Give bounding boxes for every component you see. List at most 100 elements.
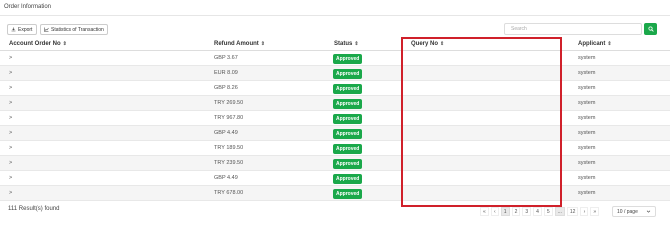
page-button-12[interactable]: 12 (566, 207, 579, 216)
sort-icon[interactable]: ⇕ (607, 41, 611, 47)
first-page-button[interactable]: « (480, 207, 489, 216)
status-badge: Approved (333, 113, 363, 124)
status-cell: Approved (333, 143, 363, 154)
chart-line-icon (44, 27, 49, 32)
table-row[interactable]: > TRY 967.80 Approved system (0, 111, 670, 126)
table-row[interactable]: > GBP 4.49 Approved system (0, 126, 670, 141)
applicant: system (578, 55, 596, 61)
expand-row-icon[interactable]: > (9, 175, 12, 181)
table-row[interactable]: > GBP 3.67 Approved system (0, 51, 670, 66)
applicant: system (578, 130, 596, 136)
header-applicant[interactable]: Applicant ⇕ (578, 41, 612, 47)
status-cell: Approved (333, 128, 363, 139)
header-account-order-no[interactable]: Account Order No ⇕ (9, 41, 67, 47)
query-no-highlight-box (401, 37, 562, 207)
status-badge: Approved (333, 98, 363, 109)
applicant: system (578, 145, 596, 151)
pagination-ellipsis[interactable]: ... (554, 207, 565, 216)
applicant: system (578, 160, 596, 166)
page-button-5[interactable]: 5 (543, 207, 553, 216)
status-badge: Approved (333, 68, 363, 79)
status-badge: Approved (333, 173, 363, 184)
expand-row-icon[interactable]: > (9, 55, 12, 61)
pagination: «‹ 1 2 3 4 5... 12 ›» (480, 207, 600, 217)
header-refund-amount[interactable]: Refund Amount ⇕ (214, 41, 265, 47)
next-page-button[interactable]: › (580, 207, 589, 216)
section-title: Order Information (4, 4, 52, 10)
header-label: Applicant (578, 41, 606, 47)
header-label: Refund Amount (214, 41, 259, 47)
header-status[interactable]: Status ⇕ (334, 41, 359, 47)
status-badge: Approved (333, 143, 363, 154)
status-cell: Approved (333, 158, 363, 169)
applicant: system (578, 85, 596, 91)
applicant: system (578, 70, 596, 76)
search-icon (647, 26, 654, 32)
status-badge: Approved (333, 53, 363, 64)
table-row[interactable]: > TRY 678.00 Approved system (0, 186, 670, 201)
refund-amount: GBP 4.49 (214, 130, 238, 136)
table-header: Account Order No ⇕ Refund Amount ⇕ Status ⇕… (0, 39, 670, 51)
refund-amount: TRY 189.50 (214, 145, 244, 151)
table-row[interactable]: > GBP 4.49 Approved system (0, 171, 670, 186)
status-badge: Approved (333, 158, 363, 169)
results-count: 111 Result(s) found (8, 206, 60, 212)
page-button-1[interactable]: 1 (500, 207, 510, 216)
status-cell: Approved (333, 98, 363, 109)
status-badge: Approved (333, 188, 363, 199)
applicant: system (578, 100, 596, 106)
sort-icon[interactable]: ⇕ (261, 41, 265, 47)
status-cell: Approved (333, 83, 363, 94)
refund-amount: TRY 967.80 (214, 115, 244, 121)
download-icon (11, 27, 16, 32)
applicant: system (578, 115, 596, 121)
page-size-select[interactable]: 10 / page (612, 206, 656, 217)
table-row[interactable]: > GBP 8.26 Approved system (0, 81, 670, 96)
export-button[interactable]: Export (7, 24, 37, 35)
expand-row-icon[interactable]: > (9, 160, 12, 166)
statistics-label: Statistics of Transaction (51, 26, 104, 33)
refund-amount: GBP 8.26 (214, 85, 238, 91)
title-divider (0, 15, 670, 16)
table-row[interactable]: > TRY 269.50 Approved system (0, 96, 670, 111)
page-button-2[interactable]: 2 (511, 207, 521, 216)
prev-page-button[interactable]: ‹ (490, 207, 499, 216)
page-button-4[interactable]: 4 (533, 207, 542, 216)
refund-amount: GBP 3.67 (214, 55, 238, 61)
last-page-button[interactable]: » (590, 207, 600, 216)
table-row[interactable]: > TRY 189.50 Approved system (0, 141, 670, 156)
applicant: system (578, 175, 596, 181)
status-cell: Approved (333, 188, 363, 199)
header-label: Status (334, 41, 353, 47)
expand-row-icon[interactable]: > (9, 190, 12, 196)
status-badge: Approved (333, 128, 363, 139)
refund-amount: TRY 678.00 (214, 190, 244, 196)
expand-row-icon[interactable]: > (9, 100, 12, 106)
search-input[interactable] (504, 23, 642, 35)
refund-amount: TRY 239.50 (214, 160, 244, 166)
expand-row-icon[interactable]: > (9, 85, 12, 91)
sort-icon[interactable]: ⇕ (354, 41, 358, 47)
table-row[interactable]: > EUR 8.09 Approved system (0, 66, 670, 81)
refund-amount: GBP 4.49 (214, 175, 238, 181)
export-label: Export (18, 26, 33, 33)
expand-row-icon[interactable]: > (9, 145, 12, 151)
applicant: system (578, 190, 596, 196)
refund-amount: EUR 8.09 (214, 70, 238, 76)
expand-row-icon[interactable]: > (9, 70, 12, 76)
refund-amount: TRY 269.50 (214, 100, 244, 106)
status-badge: Approved (333, 83, 363, 94)
statistics-button[interactable]: Statistics of Transaction (40, 24, 108, 35)
expand-row-icon[interactable]: > (9, 115, 12, 121)
status-cell: Approved (333, 68, 363, 79)
sort-icon[interactable]: ⇕ (63, 41, 67, 47)
header-label: Account Order No (9, 41, 61, 47)
expand-row-icon[interactable]: > (9, 130, 12, 136)
status-cell: Approved (333, 53, 363, 64)
page-size-value: 10 / page (617, 208, 638, 215)
chevron-down-icon (646, 210, 651, 213)
search-button[interactable] (644, 23, 657, 35)
status-cell: Approved (333, 173, 363, 184)
page-button-3[interactable]: 3 (522, 207, 532, 216)
table-row[interactable]: > TRY 239.50 Approved system (0, 156, 670, 171)
